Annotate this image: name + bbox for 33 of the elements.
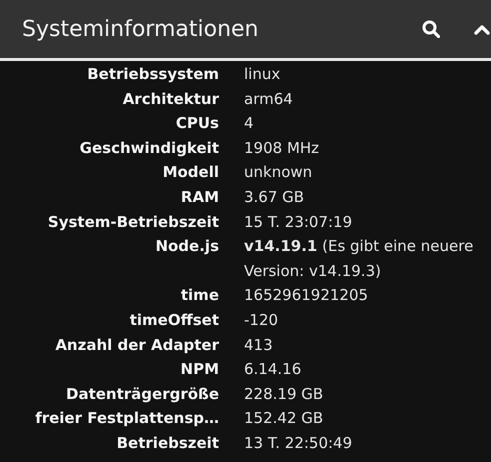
info-value: unknown	[244, 162, 312, 184]
info-label: Node.js	[155, 236, 219, 258]
info-label: freier Festplattensp…	[35, 408, 219, 430]
info-label: time	[180, 285, 219, 306]
info-value: 13 T. 22:50:49	[244, 432, 352, 454]
info-value: 6.14.16	[244, 359, 302, 380]
info-value: v14.19.1 (Es gibt eine neuere Version: v14.19.3)	[244, 236, 474, 282]
info-label: timeOffset	[130, 310, 219, 331]
info-value: 3.67 GB	[244, 186, 304, 208]
info-label: Betriebszeit	[116, 432, 219, 454]
info-label: Architektur	[122, 88, 219, 110]
info-label: Betriebssystem	[87, 64, 219, 85]
info-value: linux	[244, 64, 280, 85]
info-label: Datenträgergröße	[66, 384, 219, 405]
info-value: -120	[244, 310, 278, 331]
info-label: Anzahl der Adapter	[55, 334, 219, 356]
info-value: 4	[244, 113, 254, 134]
info-value: 228.19 GB	[244, 384, 324, 405]
info-label: RAM	[180, 186, 219, 208]
info-value: 413	[244, 334, 273, 356]
search-icon[interactable]	[422, 20, 440, 38]
info-value: 1652961921205	[244, 285, 368, 306]
info-value: 15 T. 23:07:19	[244, 212, 352, 233]
info-label: Modell	[162, 162, 219, 184]
info-value: arm64	[244, 88, 293, 110]
info-label: CPUs	[176, 113, 219, 134]
info-value: 1908 MHz	[244, 138, 320, 159]
info-value: 152.42 GB	[244, 408, 324, 430]
panel-title: Systeminformationen	[22, 16, 260, 42]
info-label: NPM	[180, 359, 219, 380]
chevron-up-icon[interactable]	[474, 24, 490, 34]
info-label: Geschwindigkeit	[80, 138, 219, 159]
info-label: System-Betriebszeit	[48, 212, 219, 233]
